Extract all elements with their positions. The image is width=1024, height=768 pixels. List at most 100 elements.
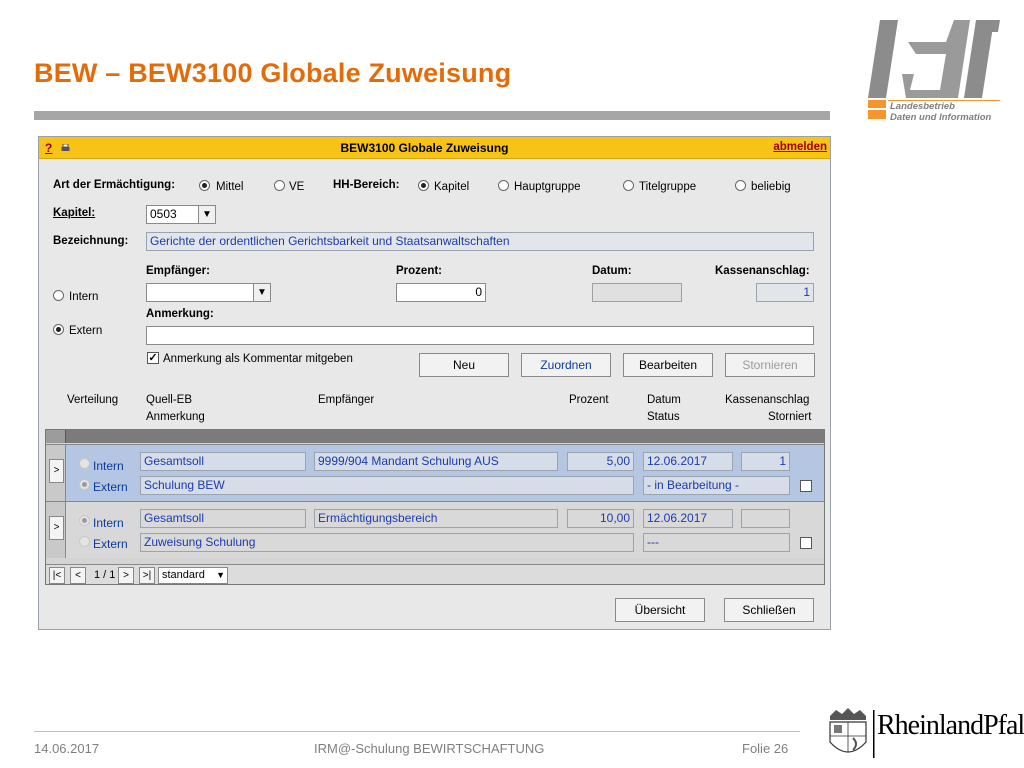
title-underline xyxy=(34,111,830,120)
bezeichnung-field: Gerichte der ordentlichen Gerichtsbarkei… xyxy=(146,232,814,251)
table-row[interactable]: > Intern Extern Gesamtsoll Ermächtigungs… xyxy=(46,501,824,558)
radio-extern-label: Extern xyxy=(69,325,103,337)
row-kassenanschlag xyxy=(741,509,790,528)
row-radio-extern[interactable] xyxy=(79,479,90,490)
chevron-down-icon: ▼ xyxy=(216,570,225,580)
row-datum: 12.06.2017 xyxy=(643,452,733,471)
kommentar-checkbox[interactable]: ✓ xyxy=(147,352,159,364)
radio-intern-label: Intern xyxy=(69,291,99,303)
rlp-logo-text: RheinlandPfalz xyxy=(877,710,1024,741)
results-table: > Intern Extern Gesamtsoll 9999/904 Mand… xyxy=(45,429,825,585)
last-page-button[interactable]: >| xyxy=(139,567,155,584)
expand-row-button[interactable]: > xyxy=(49,516,64,540)
expand-row-button[interactable]: > xyxy=(49,459,64,483)
bearbeiten-button[interactable]: Bearbeiten xyxy=(623,353,713,377)
hh-bereich-label: HH-Bereich: xyxy=(333,179,400,191)
row-anmerkung: Schulung BEW xyxy=(140,476,634,495)
schliessen-button[interactable]: Schließen xyxy=(724,598,814,622)
col-verteilung: Verteilung xyxy=(67,394,119,406)
prev-page-button[interactable]: < xyxy=(70,567,86,584)
col-empfaenger: Empfänger xyxy=(318,394,375,406)
chevron-down-icon[interactable]: ▼ xyxy=(198,205,216,224)
radio-ve-label: VE xyxy=(289,181,305,193)
row-extern-label: Extern xyxy=(93,537,128,551)
radio-intern[interactable] xyxy=(53,290,64,301)
radio-hauptgruppe-label: Hauptgruppe xyxy=(514,181,581,193)
ldi-logo-text: Landesbetrieb Daten und Information xyxy=(890,101,992,123)
empfaenger-select[interactable] xyxy=(146,283,256,302)
application-window: ? BEW3100 Globale Zuweisung abmelden Art… xyxy=(38,136,831,630)
datum-label: Datum: xyxy=(592,265,632,277)
table-header-bar xyxy=(46,430,824,443)
page-count: 1 / 1 xyxy=(94,569,116,581)
radio-kapitel-label: Kapitel xyxy=(434,181,470,193)
app-header: ? BEW3100 Globale Zuweisung abmelden xyxy=(39,137,830,159)
row-anmerkung: Zuweisung Schulung xyxy=(140,533,634,552)
kassenanschlag-label: Kassenanschlag: xyxy=(715,265,810,277)
uebersicht-button[interactable]: Übersicht xyxy=(615,598,705,622)
slide-title: BEW – BEW3100 Globale Zuweisung xyxy=(34,58,512,88)
row-storniert-checkbox[interactable] xyxy=(800,480,812,492)
datum-field xyxy=(592,283,682,302)
col-kassenanschlag: Kassenanschlag xyxy=(725,394,810,406)
anmerkung-label: Anmerkung: xyxy=(146,308,214,320)
footer-divider xyxy=(34,731,800,732)
radio-beliebig[interactable] xyxy=(735,180,746,191)
row-datum: 12.06.2017 xyxy=(643,509,733,528)
kommentar-checkbox-label: Anmerkung als Kommentar mitgeben xyxy=(163,353,353,365)
row-quell-eb: Gesamtsoll xyxy=(140,452,306,471)
footer-title: IRM@-Schulung BEWIRTSCHAFTUNG xyxy=(314,741,545,756)
table-row[interactable]: > Intern Extern Gesamtsoll 9999/904 Mand… xyxy=(46,444,824,501)
neu-button[interactable]: Neu xyxy=(419,353,509,377)
anmerkung-input[interactable] xyxy=(146,326,814,345)
row-extern-label: Extern xyxy=(93,480,128,494)
radio-kapitel[interactable] xyxy=(418,180,429,191)
kapitel-label: Kapitel: xyxy=(53,207,96,219)
row-empfaenger: 9999/904 Mandant Schulung AUS xyxy=(314,452,558,471)
row-prozent: 10,00 xyxy=(567,509,634,528)
row-radio-intern[interactable] xyxy=(79,458,90,469)
kapitel-select[interactable]: 0503 xyxy=(146,205,201,224)
radio-titelgruppe-label: Titelgruppe xyxy=(639,181,697,193)
col-anmerkung: Anmerkung xyxy=(146,411,205,423)
col-quell-eb: Quell-EB xyxy=(146,394,193,406)
radio-beliebig-label: beliebig xyxy=(751,181,791,193)
row-status: - in Bearbeitung - xyxy=(643,476,790,495)
row-status: --- xyxy=(643,533,790,552)
row-prozent: 5,00 xyxy=(567,452,634,471)
pager: |< < 1 / 1 > >| standard ▼ xyxy=(46,564,824,584)
zuordnen-button[interactable]: Zuordnen xyxy=(521,353,611,377)
row-radio-intern[interactable] xyxy=(79,515,90,526)
row-intern-label: Intern xyxy=(93,459,124,473)
radio-mittel-label: Mittel xyxy=(216,181,244,193)
row-radio-extern[interactable] xyxy=(79,536,90,547)
row-quell-eb: Gesamtsoll xyxy=(140,509,306,528)
art-label: Art der Ermächtigung: xyxy=(53,179,176,191)
chevron-down-icon[interactable]: ▼ xyxy=(253,283,271,302)
radio-extern[interactable] xyxy=(53,324,64,335)
prozent-label: Prozent: xyxy=(396,265,442,277)
prozent-input[interactable]: 0 xyxy=(396,283,486,302)
col-status: Status xyxy=(647,411,680,423)
next-page-button[interactable]: > xyxy=(118,567,134,584)
footer-slide-number: Folie 26 xyxy=(742,741,789,756)
stornieren-button[interactable]: Stornieren xyxy=(725,353,815,377)
radio-titelgruppe[interactable] xyxy=(623,180,634,191)
radio-hauptgruppe[interactable] xyxy=(498,180,509,191)
col-datum: Datum xyxy=(647,394,681,406)
row-empfaenger: Ermächtigungsbereich xyxy=(314,509,558,528)
kassenanschlag-field: 1 xyxy=(756,283,814,302)
view-select[interactable]: standard ▼ xyxy=(158,567,228,584)
footer-date: 14.06.2017 xyxy=(34,741,100,756)
first-page-button[interactable]: |< xyxy=(49,567,65,584)
col-storniert: Storniert xyxy=(768,411,812,423)
radio-mittel[interactable] xyxy=(199,180,210,191)
row-storniert-checkbox[interactable] xyxy=(800,537,812,549)
radio-ve[interactable] xyxy=(274,180,285,191)
col-prozent: Prozent xyxy=(569,394,609,406)
empfaenger-label: Empfänger: xyxy=(146,265,210,277)
app-title: BEW3100 Globale Zuweisung xyxy=(340,141,509,155)
row-intern-label: Intern xyxy=(93,516,124,530)
logout-link[interactable]: abmelden xyxy=(773,141,827,153)
row-kassenanschlag: 1 xyxy=(741,452,790,471)
